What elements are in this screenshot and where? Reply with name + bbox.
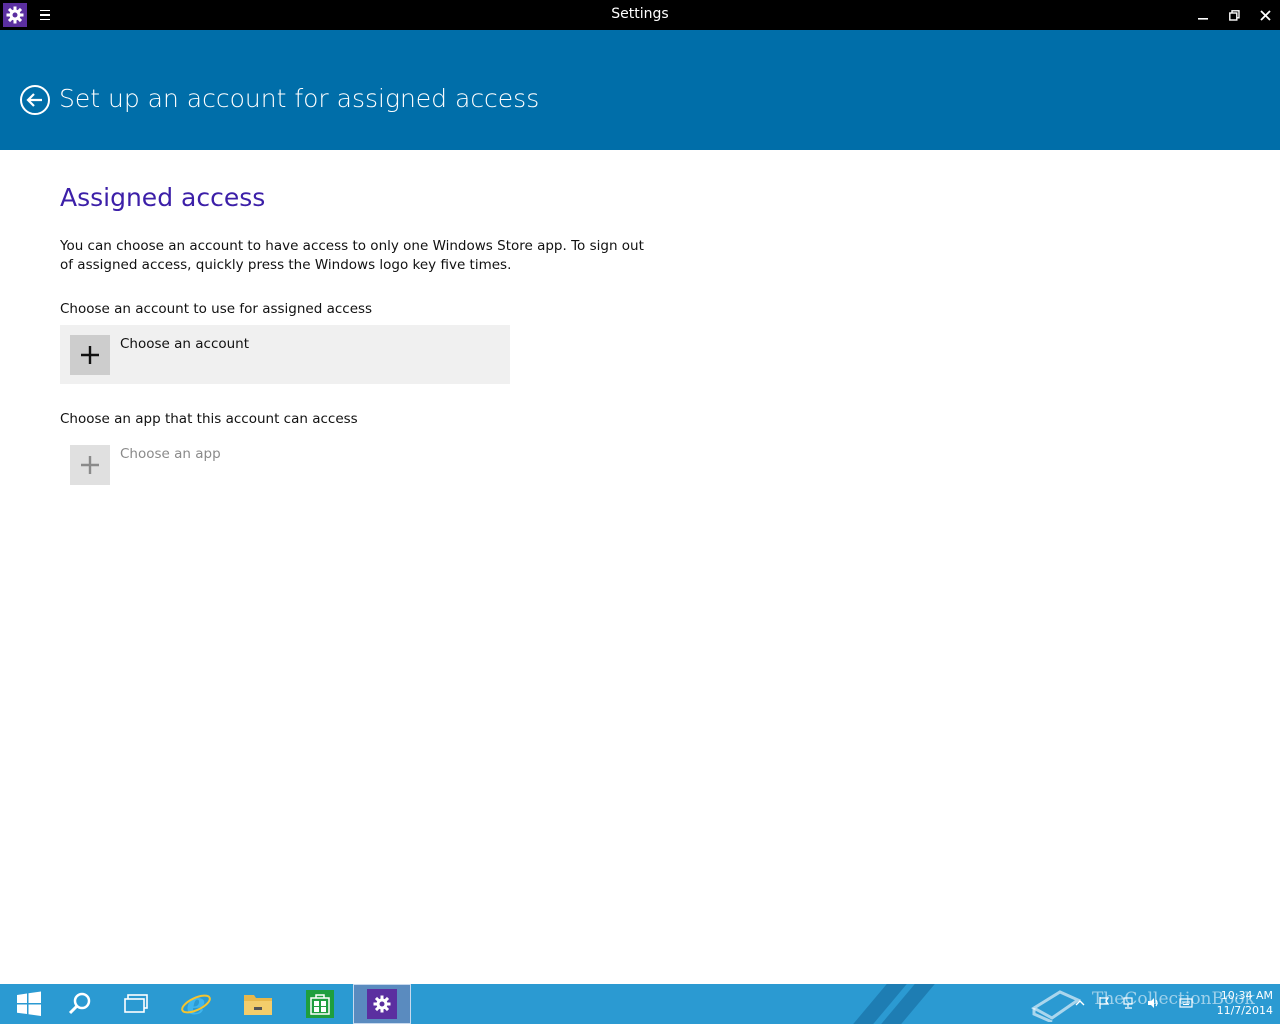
minimize-icon (1198, 18, 1208, 20)
back-arrow-icon (20, 85, 50, 115)
search-icon (68, 992, 91, 1015)
choose-account-button[interactable]: Choose an account (60, 325, 510, 384)
internet-explorer-button[interactable]: e (167, 984, 225, 1024)
title-bar: Settings (0, 0, 1280, 30)
window-title: Settings (611, 6, 669, 22)
task-view-button[interactable] (107, 984, 165, 1024)
system-clock[interactable]: 10:34 AM 11/7/2014 (1203, 988, 1273, 1018)
taskbar: e TheCollectionBook 10:34 AM 11/7/2014 (0, 984, 1280, 1024)
svg-text:e: e (186, 988, 205, 1020)
network-icon[interactable] (1122, 996, 1136, 1010)
choose-account-label: Choose an account (120, 336, 250, 352)
clock-time: 10:34 AM (1220, 989, 1273, 1002)
keyboard-icon[interactable] (1179, 996, 1193, 1010)
close-button[interactable] (1249, 0, 1280, 30)
restore-button[interactable] (1218, 0, 1250, 30)
clock-date: 11/7/2014 (1216, 1004, 1273, 1017)
close-icon (1259, 9, 1271, 21)
folder-icon (244, 995, 272, 1015)
choose-app-label: Choose an app (120, 446, 221, 462)
search-button[interactable] (51, 984, 109, 1024)
description-text: You can choose an account to have access… (60, 238, 644, 273)
page-title: Set up an account for assigned access (59, 84, 540, 113)
page-header: Set up an account for assigned access (0, 30, 1280, 150)
start-button[interactable] (0, 984, 58, 1024)
volume-icon[interactable] (1146, 996, 1160, 1010)
restore-icon (1228, 9, 1240, 21)
settings-gear-icon (367, 989, 397, 1019)
app-label: Choose an app that this account can acce… (60, 411, 358, 427)
store-button[interactable] (291, 984, 349, 1024)
minimize-button[interactable] (1187, 0, 1219, 30)
task-view-icon (124, 994, 148, 1013)
back-button[interactable] (19, 84, 51, 116)
internet-explorer-icon: e (181, 988, 211, 1020)
account-label: Choose an account to use for assigned ac… (60, 301, 373, 317)
store-bag-icon (306, 990, 334, 1018)
show-hidden-icons-icon[interactable] (1073, 996, 1087, 1010)
choose-app-button[interactable]: Choose an app (60, 435, 510, 494)
file-explorer-button[interactable] (229, 984, 287, 1024)
settings-taskbar-button[interactable] (353, 984, 411, 1024)
plus-icon (70, 445, 110, 485)
section-title: Assigned access (60, 183, 266, 212)
action-center-flag-icon[interactable] (1097, 996, 1111, 1010)
windows-logo-icon (17, 991, 41, 1016)
plus-icon (70, 335, 110, 375)
